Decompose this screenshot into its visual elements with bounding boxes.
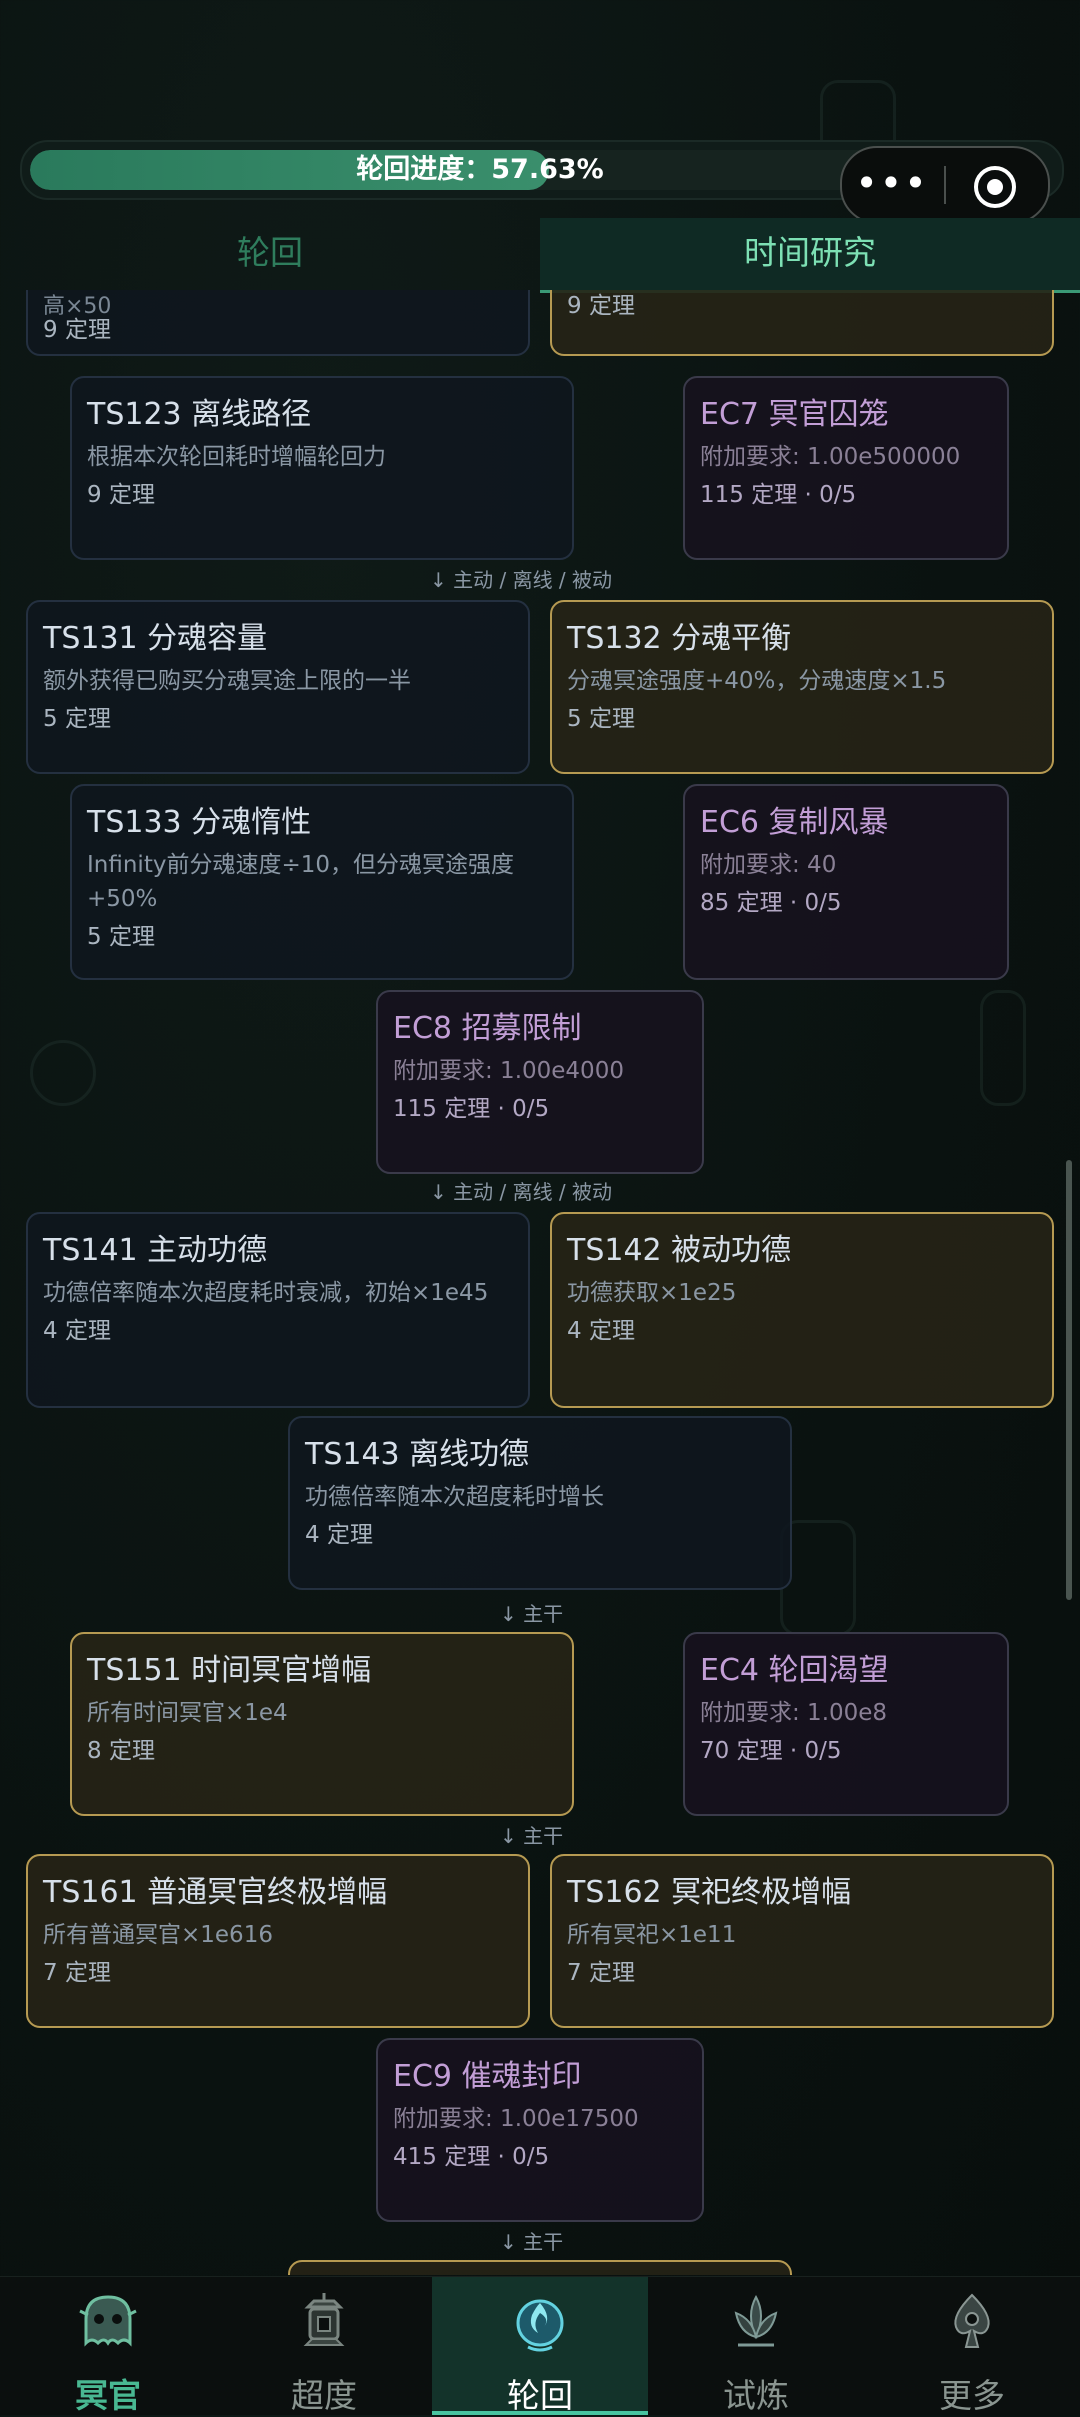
study-cost: 5 定理: [567, 706, 635, 732]
study-card-ts151[interactable]: TS151 时间冥官增幅 所有时间冥官×1e4 8 定理: [70, 1632, 574, 1816]
challenge-card-ec7[interactable]: EC7 冥官囚笼 附加要求: 1.00e500000 115 定理 · 0/5: [683, 376, 1009, 560]
study-card-ts131[interactable]: TS131 分魂容量 额外获得已购买分魂冥途上限的一半 5 定理: [26, 600, 530, 774]
challenge-title: EC9 催魂封印: [393, 2059, 582, 2094]
nav-item-more[interactable]: 更多: [864, 2277, 1080, 2415]
study-card-ts123[interactable]: TS123 离线路径 根据本次轮回耗时增幅轮回力 9 定理: [70, 376, 574, 560]
study-desc: 功德获取×1e25: [567, 1280, 737, 1306]
study-card-ts133[interactable]: TS133 分魂惰性 Infinity前分魂速度÷10，但分魂冥途强度+50% …: [70, 784, 574, 980]
study-card-ts143[interactable]: TS143 离线功德 功德倍率随本次超度耗时增长 4 定理: [288, 1416, 792, 1590]
challenge-title: EC8 招募限制: [393, 1011, 582, 1046]
nav-label: 冥官: [75, 2376, 141, 2415]
study-desc: 额外获得已购买分魂冥途上限的一半: [43, 668, 411, 694]
study-desc: 功德倍率随本次超度耗时增长: [305, 1484, 604, 1510]
study-title: TS132 分魂平衡: [567, 621, 792, 656]
record-circle-icon[interactable]: [974, 166, 1016, 208]
tab-reincarnation[interactable]: 轮回: [0, 218, 540, 290]
study-desc: Infinity前分魂速度÷10，但分魂冥途强度+50%: [87, 852, 514, 912]
progress-track: 轮回进度：57.63%: [30, 150, 930, 190]
study-cost: 9 定理: [87, 482, 155, 508]
miniprogram-capsule: •••: [840, 146, 1050, 224]
nav-label: 轮回: [507, 2376, 573, 2415]
path-connector: ↓ 主动 / 离线 / 被动: [430, 1180, 613, 1204]
challenge-cost: 85 定理 · 0/5: [700, 890, 842, 916]
ghost-mask-icon: [79, 2295, 137, 2347]
challenge-card-ec8[interactable]: EC8 招募限制 附加要求: 1.00e4000 115 定理 · 0/5: [376, 990, 704, 1174]
path-connector: ↓ 主动 / 离线 / 被动: [430, 568, 613, 592]
challenge-requirement: 附加要求: 1.00e4000: [393, 1058, 624, 1084]
challenge-cost: 115 定理 · 0/5: [700, 482, 857, 508]
study-card-ts141[interactable]: TS141 主动功德 功德倍率随本次超度耗时衰减，初始×1e45 4 定理: [26, 1212, 530, 1408]
challenge-requirement: 附加要求: 1.00e8: [700, 1700, 888, 1726]
challenge-title: EC4 轮回渴望: [700, 1653, 889, 1688]
spirit-flame-icon: [516, 2299, 564, 2352]
study-cost: 5 定理: [87, 924, 155, 950]
nav-label: 试炼: [723, 2376, 789, 2415]
more-dots-icon[interactable]: •••: [842, 148, 942, 222]
challenge-cost: 115 定理 · 0/5: [393, 1096, 550, 1122]
nav-label: 超度: [291, 2376, 357, 2415]
challenge-cost: 70 定理 · 0/5: [700, 1738, 842, 1764]
study-desc: 分魂冥途强度+40%，分魂速度×1.5: [567, 668, 947, 694]
study-desc: 功德倍率随本次超度耗时衰减，初始×1e45: [43, 1280, 489, 1306]
nav-item-trials[interactable]: 试炼: [648, 2277, 864, 2415]
challenge-card-ec9[interactable]: EC9 催魂封印 附加要求: 1.00e17500 415 定理 · 0/5: [376, 2038, 704, 2222]
study-desc: 所有时间冥官×1e4: [87, 1700, 288, 1726]
study-cost: 5 定理: [43, 706, 111, 732]
scrollbar[interactable]: [1066, 1160, 1072, 1600]
challenge-requirement: 附加要求: 1.00e17500: [393, 2106, 639, 2132]
path-connector: ↓ 主干: [500, 1824, 564, 1848]
challenge-requirement: 附加要求: 1.00e500000: [700, 444, 961, 470]
lantern-shrine-icon: [303, 2293, 345, 2346]
study-cost: 4 定理: [305, 1522, 373, 1548]
study-card-ts161[interactable]: TS161 普通冥官终极增幅 所有普通冥官×1e616 7 定理: [26, 1854, 530, 2028]
study-title: TS151 时间冥官增幅: [87, 1653, 372, 1688]
nav-item-salvation[interactable]: 超度: [216, 2277, 432, 2415]
study-cost: 7 定理: [43, 1960, 111, 1986]
bottom-nav: 冥官 超度 轮回 试炼 更多: [0, 2276, 1080, 2415]
study-cost: 9 定理: [567, 293, 635, 319]
study-desc: 所有冥祀×1e11: [567, 1922, 737, 1948]
challenge-requirement: 附加要求: 40: [700, 852, 837, 878]
study-cost: 4 定理: [567, 1318, 635, 1344]
tab-time-study[interactable]: 时间研究: [540, 218, 1080, 293]
study-card-ts132[interactable]: TS132 分魂平衡 分魂冥途强度+40%，分魂速度×1.5 5 定理: [550, 600, 1054, 774]
study-title: TS142 被动功德: [567, 1233, 792, 1268]
challenge-card-ec6[interactable]: EC6 复制风暴 附加要求: 40 85 定理 · 0/5: [683, 784, 1009, 980]
challenge-cost: 415 定理 · 0/5: [393, 2144, 550, 2170]
challenge-title: EC6 复制风暴: [700, 805, 889, 840]
challenge-title: EC7 冥官囚笼: [700, 397, 889, 432]
study-tree[interactable]: 高×50 9 定理 9 定理 TS123 离线路径 根据本次轮回耗时增幅轮回力 …: [0, 290, 1080, 2275]
study-desc: 所有普通冥官×1e616: [43, 1922, 273, 1948]
path-connector: ↓ 主干: [500, 2230, 564, 2254]
study-cost: 7 定理: [567, 1960, 635, 1986]
study-title: TS123 离线路径: [87, 397, 312, 432]
study-title: TS141 主动功德: [43, 1233, 268, 1268]
progress-label: 轮回进度：57.63%: [356, 154, 604, 185]
study-title: TS162 冥祀终极增幅: [567, 1875, 852, 1910]
study-title: TS131 分魂容量: [43, 621, 268, 656]
study-title: TS161 普通冥官终极增幅: [43, 1875, 388, 1910]
spade-emblem-icon: [954, 2293, 990, 2348]
path-connector: ↓ 主干: [500, 1602, 564, 1626]
study-card-partial[interactable]: 9 定理: [550, 290, 1054, 356]
study-cost: 9 定理: [43, 317, 111, 343]
study-card-partial[interactable]: 高×50 9 定理: [26, 290, 530, 356]
capsule-divider: [944, 166, 946, 204]
study-title: TS143 离线功德: [305, 1437, 530, 1472]
study-desc: 根据本次轮回耗时增幅轮回力: [87, 444, 386, 470]
study-cost: 4 定理: [43, 1318, 111, 1344]
study-title: TS133 分魂惰性: [87, 805, 312, 840]
study-card-ts142[interactable]: TS142 被动功德 功德获取×1e25 4 定理: [550, 1212, 1054, 1408]
study-cost: 8 定理: [87, 1738, 155, 1764]
lotus-icon: [734, 2294, 778, 2347]
challenge-card-ec4[interactable]: EC4 轮回渴望 附加要求: 1.00e8 70 定理 · 0/5: [683, 1632, 1009, 1816]
nav-item-reincarnation[interactable]: 轮回: [432, 2277, 648, 2415]
nav-item-ghost-officials[interactable]: 冥官: [0, 2277, 216, 2415]
study-card-partial[interactable]: [288, 2260, 792, 2275]
nav-label: 更多: [939, 2376, 1005, 2415]
study-card-ts162[interactable]: TS162 冥祀终极增幅 所有冥祀×1e11 7 定理: [550, 1854, 1054, 2028]
